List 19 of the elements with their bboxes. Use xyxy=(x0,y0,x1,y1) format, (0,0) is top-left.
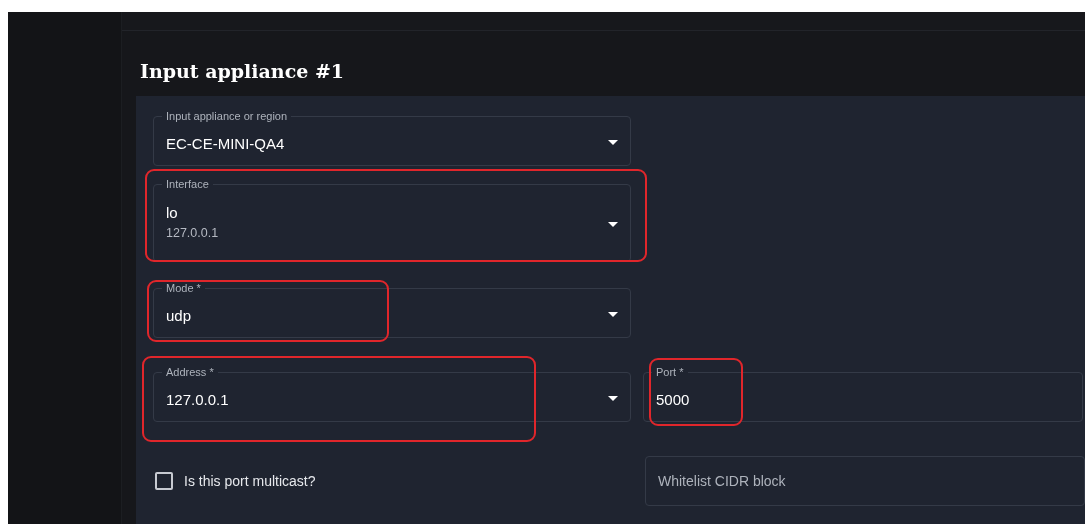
section-title: Input appliance #1 xyxy=(139,59,346,84)
caret-icon xyxy=(608,222,618,227)
field-value: 5000 xyxy=(656,390,690,410)
caret-icon xyxy=(608,140,618,145)
field-value: EC-CE-MINI-QA4 xyxy=(166,134,285,154)
input-field[interactable]: Whitelist CIDR block xyxy=(645,456,1085,506)
checkbox-label: Is this port multicast? xyxy=(184,473,316,489)
field-label: Input appliance or region xyxy=(162,110,292,123)
caret-icon xyxy=(608,312,618,317)
field-value: 127.0.0.1 xyxy=(166,390,229,410)
field-subvalue: 127.0.0.1 xyxy=(166,225,219,242)
checkbox[interactable] xyxy=(155,472,173,490)
field-label: Address * xyxy=(162,366,218,379)
field-label: Interface xyxy=(162,178,213,191)
field-value: lo xyxy=(166,203,178,223)
field-label: Mode * xyxy=(162,282,205,295)
field-label: Port * xyxy=(652,366,688,379)
caret-icon xyxy=(608,396,618,401)
field-value: udp xyxy=(166,306,192,326)
